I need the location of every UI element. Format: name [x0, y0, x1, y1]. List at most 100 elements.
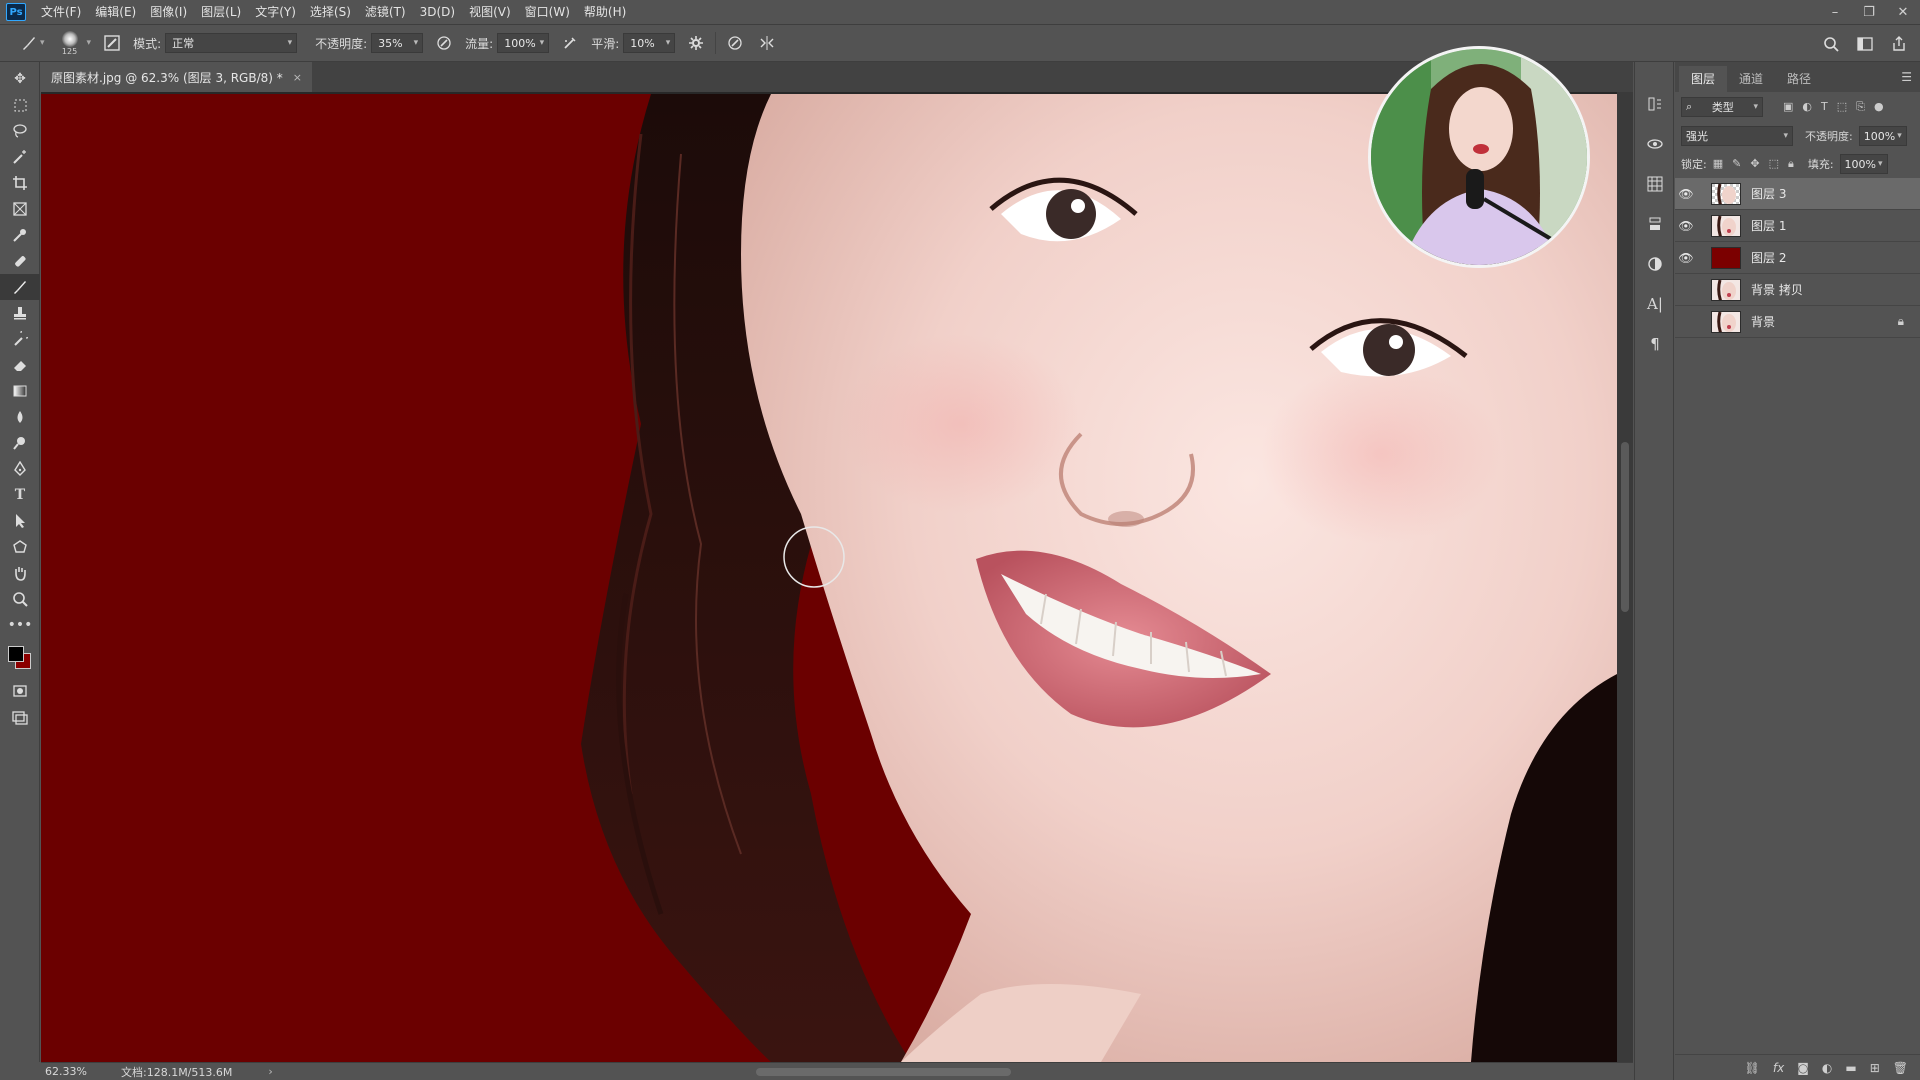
paragraph-panel-icon[interactable]: ¶	[1635, 324, 1675, 364]
history-panel-icon[interactable]	[1635, 84, 1675, 124]
status-menu-arrow-icon[interactable]: ›	[268, 1065, 272, 1078]
quick-mask-icon[interactable]	[0, 678, 40, 704]
menu-file[interactable]: 文件(F)	[34, 0, 88, 24]
visibility-eye-icon[interactable]: 👁︎	[1675, 242, 1697, 274]
shape-tool-icon[interactable]	[0, 534, 40, 560]
lock-all-icon[interactable]: 🔒︎	[1788, 157, 1794, 171]
menu-layer[interactable]: 图层(L)	[194, 0, 248, 24]
visibility-eye-icon[interactable]: 👁︎	[1675, 178, 1697, 210]
tab-channels[interactable]: 通道	[1727, 66, 1775, 92]
brush-settings-panel-icon[interactable]	[101, 32, 123, 54]
menu-3d[interactable]: 3D(D)	[413, 0, 462, 24]
healing-brush-tool-icon[interactable]	[0, 248, 40, 274]
visibility-toggle-empty[interactable]	[1675, 306, 1697, 338]
filter-toggle-icon[interactable]: ●	[1874, 100, 1884, 114]
brush-tool-icon[interactable]	[0, 274, 40, 300]
blend-mode-select[interactable]: 正常 ▾	[165, 33, 298, 53]
clone-stamp-tool-icon[interactable]	[0, 300, 40, 326]
workspace-icon[interactable]	[1854, 33, 1876, 55]
move-tool-icon[interactable]: ✥	[0, 66, 40, 92]
marquee-tool-icon[interactable]	[0, 92, 40, 118]
canvas-area[interactable]	[41, 92, 1617, 1062]
lock-position-icon[interactable]: ✥	[1750, 157, 1759, 171]
history-brush-tool-icon[interactable]	[0, 326, 40, 352]
adjustments-panel-icon[interactable]	[1635, 244, 1675, 284]
brush-chevron-down-icon[interactable]: ▾	[87, 38, 92, 48]
magic-wand-tool-icon[interactable]	[0, 144, 40, 170]
menu-filter[interactable]: 滤镜(T)	[358, 0, 413, 24]
pressure-size-icon[interactable]	[724, 32, 746, 54]
vertical-scroll-thumb[interactable]	[1621, 442, 1629, 612]
filter-shape-icon[interactable]: ⬚	[1837, 100, 1847, 114]
minimize-button[interactable]: –	[1818, 0, 1852, 24]
menu-select[interactable]: 选择(S)	[303, 0, 358, 24]
panel-menu-icon[interactable]: ☰	[1901, 70, 1912, 84]
swatches-panel-icon[interactable]	[1635, 164, 1675, 204]
preset-chevron-down-icon[interactable]: ▾	[40, 38, 45, 48]
layer-row-2[interactable]: 👁︎ 图层 2	[1675, 242, 1920, 274]
document-tab[interactable]: 原图素材.jpg @ 62.3% (图层 3, RGB/8) * ×	[41, 62, 312, 92]
zoom-level[interactable]: 62.33%	[41, 1065, 101, 1078]
document-canvas[interactable]	[41, 94, 1617, 1062]
crop-tool-icon[interactable]	[0, 170, 40, 196]
lasso-tool-icon[interactable]	[0, 118, 40, 144]
blur-tool-icon[interactable]	[0, 404, 40, 430]
path-selection-tool-icon[interactable]	[0, 508, 40, 534]
add-mask-icon[interactable]: ◙	[1797, 1061, 1809, 1075]
symmetry-icon[interactable]	[756, 32, 778, 54]
visibility-eye-icon[interactable]: 👁︎	[1675, 210, 1697, 242]
layer-row-background[interactable]: 背景 🔒︎	[1675, 306, 1920, 338]
pressure-opacity-icon[interactable]	[433, 32, 455, 54]
layer-row-background-copy[interactable]: 背景 拷贝	[1675, 274, 1920, 306]
frame-tool-icon[interactable]	[0, 196, 40, 222]
lock-image-icon[interactable]: ✎	[1732, 157, 1741, 171]
layer-row-3[interactable]: 👁︎ 图层 3	[1675, 178, 1920, 210]
character-panel-icon[interactable]: A|	[1635, 284, 1675, 324]
screen-mode-icon[interactable]	[0, 704, 40, 730]
layer-blend-mode-select[interactable]: 强光 ▾	[1681, 126, 1793, 146]
lock-transparent-icon[interactable]: ▦	[1713, 157, 1723, 171]
layer-filter-select[interactable]: ⌕ 类型 ▾	[1681, 97, 1763, 117]
menu-edit[interactable]: 编辑(E)	[88, 0, 143, 24]
smoothing-settings-gear-icon[interactable]	[685, 32, 707, 54]
brush-size-picker[interactable]: 125	[53, 26, 87, 60]
eyedropper-tool-icon[interactable]	[0, 222, 40, 248]
restore-button[interactable]: ❐	[1852, 0, 1886, 24]
smoothing-input[interactable]: 10% ▾	[623, 33, 676, 53]
share-icon[interactable]	[1888, 33, 1910, 55]
new-group-folder-icon[interactable]: ▬	[1845, 1061, 1856, 1075]
pen-tool-icon[interactable]	[0, 456, 40, 482]
gradient-tool-icon[interactable]	[0, 378, 40, 404]
layer-style-fx-icon[interactable]: fx	[1773, 1061, 1784, 1075]
vertical-scrollbar[interactable]	[1617, 92, 1633, 1062]
menu-image[interactable]: 图像(I)	[143, 0, 194, 24]
dodge-tool-icon[interactable]	[0, 430, 40, 456]
layer-opacity-input[interactable]: 100% ▾	[1858, 126, 1907, 146]
new-adjustment-layer-icon[interactable]: ◐	[1822, 1061, 1832, 1075]
zoom-tool-icon[interactable]	[0, 586, 40, 612]
menu-help[interactable]: 帮助(H)	[577, 0, 633, 24]
link-layers-icon[interactable]: ⛓	[1745, 1061, 1760, 1075]
filter-smart-object-icon[interactable]: ⎘	[1856, 100, 1865, 114]
layer-row-1[interactable]: 👁︎ 图层 1	[1675, 210, 1920, 242]
foreground-color-swatch[interactable]	[8, 646, 24, 662]
airbrush-icon[interactable]	[559, 32, 581, 54]
hand-tool-icon[interactable]	[0, 560, 40, 586]
type-tool-icon[interactable]: T	[0, 482, 40, 508]
delete-layer-trash-icon[interactable]: 🗑︎	[1893, 1061, 1908, 1075]
eraser-tool-icon[interactable]	[0, 352, 40, 378]
tab-paths[interactable]: 路径	[1775, 66, 1823, 92]
menu-window[interactable]: 窗口(W)	[518, 0, 577, 24]
menu-view[interactable]: 视图(V)	[462, 0, 518, 24]
fill-input[interactable]: 100% ▾	[1839, 154, 1888, 174]
3d-panel-icon[interactable]	[1635, 124, 1675, 164]
properties-panel-icon[interactable]	[1635, 204, 1675, 244]
opacity-input[interactable]: 35% ▾	[371, 33, 424, 53]
new-layer-icon[interactable]: ⊞	[1870, 1061, 1880, 1075]
color-swatches[interactable]	[0, 638, 40, 678]
tab-layers[interactable]: 图层	[1679, 66, 1728, 92]
horizontal-scroll-thumb[interactable]	[756, 1068, 1011, 1076]
brush-tool-preset-icon[interactable]	[18, 32, 40, 54]
search-icon[interactable]	[1820, 33, 1842, 55]
more-tools-icon[interactable]: •••	[0, 612, 40, 638]
